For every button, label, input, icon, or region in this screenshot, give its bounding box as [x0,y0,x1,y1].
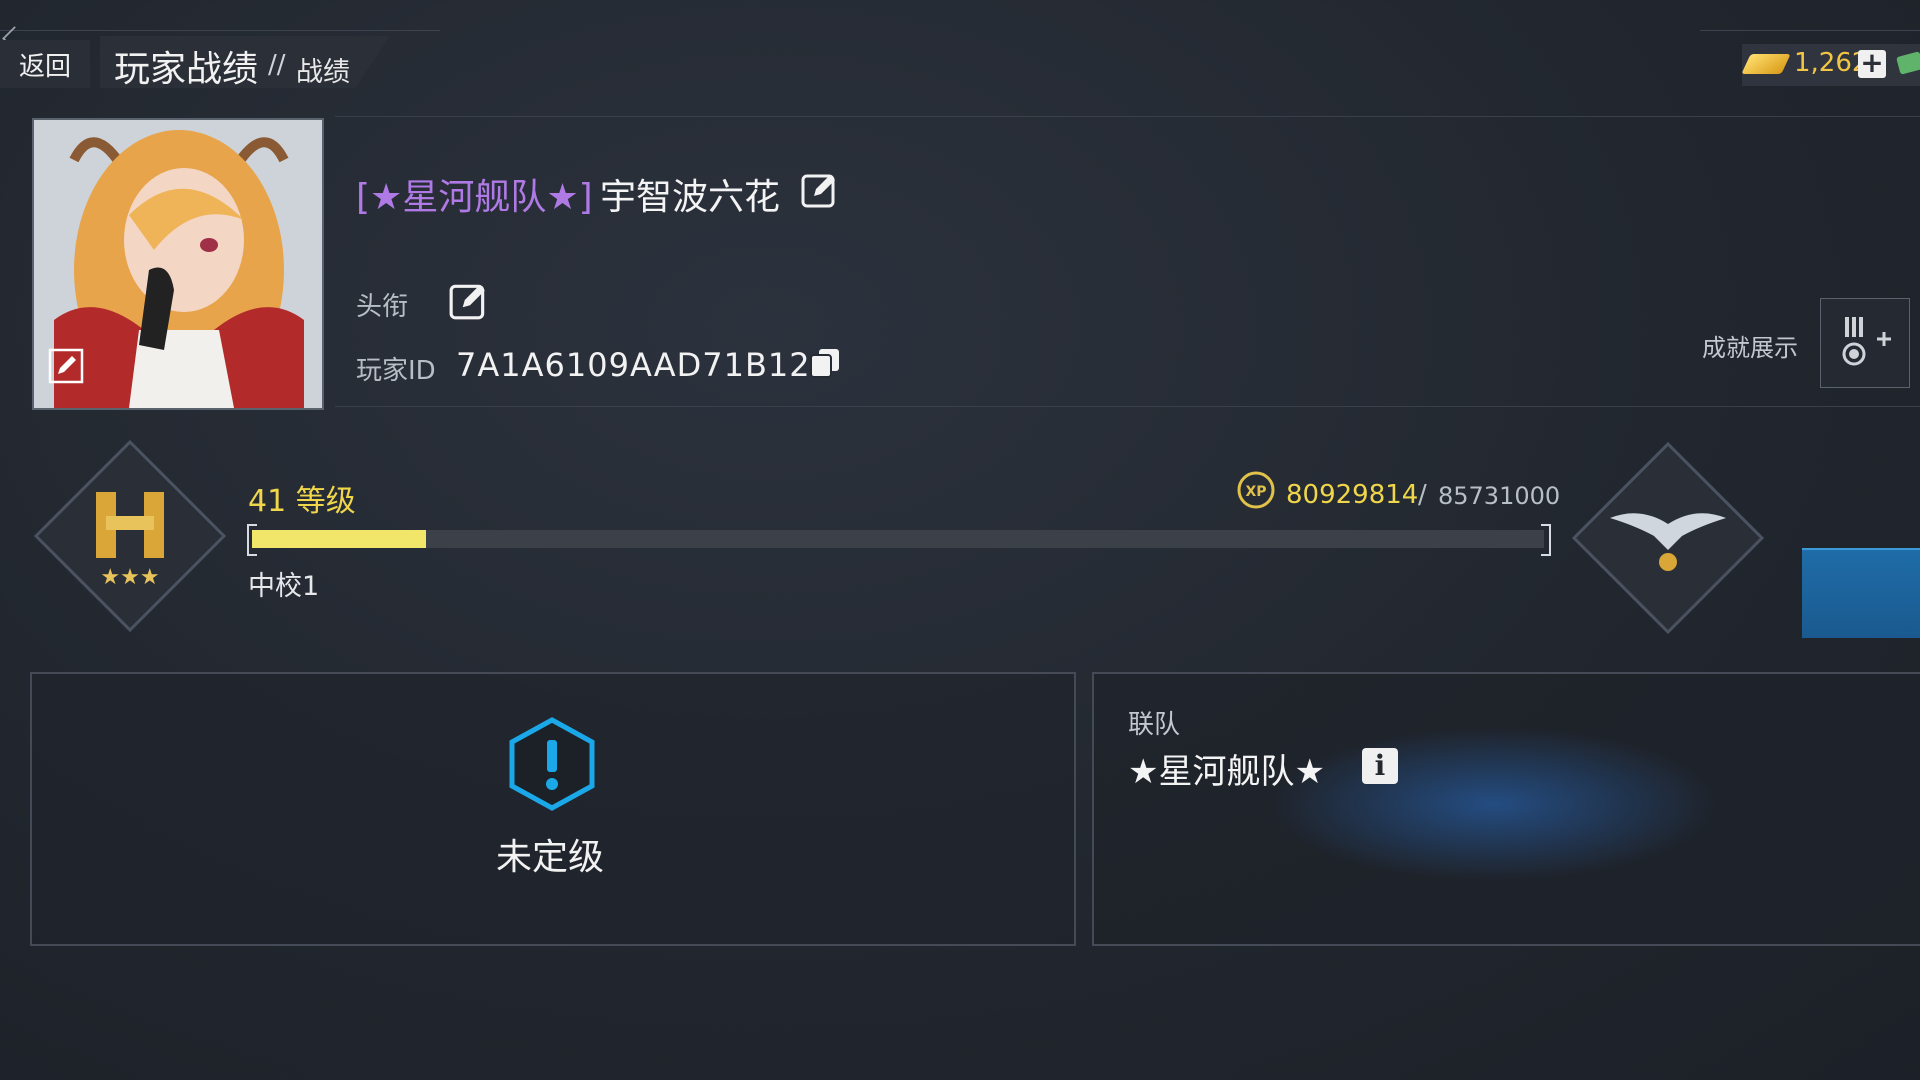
top-right-divider [1700,30,1920,31]
page-title: 玩家战绩 [114,49,259,90]
xp-icon: XP [1237,471,1275,509]
rank-name: 中校1 [248,571,320,602]
profile-divider-bottom [335,406,1920,407]
edit-title-icon[interactable] [448,280,490,322]
top-divider [0,30,440,31]
xp-progress-track [252,530,1544,548]
profile-divider-top [335,116,1920,117]
warning-icon [509,717,595,811]
team-label: 联队 [1128,710,1181,740]
team-panel[interactable] [1092,672,1920,946]
title-label: 头衔 [356,292,409,322]
svg-text:★★★: ★★★ [100,565,159,590]
back-button[interactable]: 返回 [0,40,90,88]
medal-add-icon [1842,317,1891,366]
back-label: 返回 [18,51,71,82]
clan-tag: [★星河舰队★] [356,177,593,218]
copy-icon[interactable] [808,346,842,380]
breadcrumb-separator: // [268,50,286,80]
player-name: 宇智波六花 [600,177,781,218]
xp-bar-right-cap [1541,524,1551,556]
add-currency-button[interactable]: + [1858,49,1886,78]
level-text: 41 等级 [248,484,356,519]
player-id-value: 7A1A6109AAD71B12 [456,346,811,384]
team-info-icon[interactable]: i [1362,748,1398,784]
edit-name-icon[interactable] [800,170,840,210]
svg-text:XP: XP [1245,484,1266,500]
achievement-label: 成就展示 [1702,334,1798,362]
xp-current: 80929814 [1286,480,1419,510]
ranked-status: 未定级 [496,837,605,878]
edit-avatar-icon[interactable] [48,348,84,384]
side-action-button[interactable] [1802,548,1920,638]
xp-separator: / [1418,480,1427,510]
rank-badge-icon: ★★★ [33,439,227,633]
xp-progress-fill [252,530,426,548]
xp-bar-left-cap [247,524,257,556]
achievement-button[interactable] [1820,298,1910,388]
team-name: ★星河舰队★ [1128,752,1325,792]
xp-max: 85731000 [1438,482,1561,510]
player-id-label: 玩家ID [356,356,436,386]
next-rank-badge-icon [1571,441,1765,635]
page-subtitle: 战绩 [296,57,350,88]
